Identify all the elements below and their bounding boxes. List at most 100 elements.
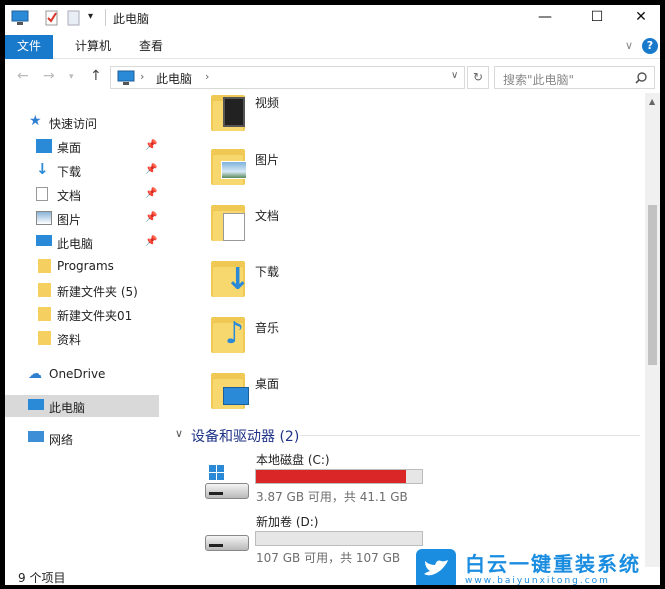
sidebar-item-this-pc-pinned[interactable]: 此电脑 📌 xyxy=(5,231,159,253)
sidebar-item-new-folder-5[interactable]: 新建文件夹 (5) xyxy=(5,279,159,301)
sidebar-item-this-pc[interactable]: 此电脑 xyxy=(5,395,159,417)
drive-c-space: 3.87 GB 可用，共 41.1 GB xyxy=(256,490,408,504)
cloud-icon: ☁ xyxy=(28,366,42,382)
sidebar-item-downloads[interactable]: ↓ 下载 📌 xyxy=(5,159,159,181)
sidebar-item-pictures[interactable]: 图片 📌 xyxy=(5,207,159,229)
download-arrow-icon: ↓ xyxy=(36,160,49,178)
folder-label: 视频 xyxy=(255,96,280,110)
pin-icon[interactable]: 📌 xyxy=(145,164,157,175)
forward-arrow-icon[interactable]: → xyxy=(43,68,55,84)
folder-documents[interactable] xyxy=(211,203,249,243)
explorer-window: ▾ 此电脑 — ☐ ✕ 文件 计算机 查看 ∨ ? ← → ▾ ↑ › 此电脑 … xyxy=(5,5,660,585)
breadcrumb-separator-icon: › xyxy=(205,70,210,83)
refresh-button[interactable]: ↻ xyxy=(467,66,489,89)
title-divider xyxy=(105,9,106,26)
this-pc-icon xyxy=(36,235,52,246)
pin-icon[interactable]: 📌 xyxy=(145,140,157,151)
address-row: ← → ▾ ↑ › 此电脑 › ∨ ↻ 搜索"此电脑" xyxy=(5,62,660,92)
search-input[interactable]: 搜索"此电脑" xyxy=(494,66,655,89)
drive-d-name[interactable]: 新加卷 (D:) xyxy=(256,513,318,530)
sidebar-item-network[interactable]: 网络 xyxy=(5,427,159,449)
sidebar-item-desktop[interactable]: 桌面 📌 xyxy=(5,135,159,157)
network-icon xyxy=(28,431,44,442)
drive-c-usage-fill xyxy=(256,470,407,483)
watermark-url: www.baiyunxitong.com xyxy=(465,576,610,585)
pin-icon[interactable]: 📌 xyxy=(145,188,157,199)
drive-c-icon[interactable] xyxy=(205,465,255,505)
minimize-button[interactable]: — xyxy=(525,5,565,31)
folder-icon xyxy=(38,259,51,273)
folder-music[interactable]: ♪ xyxy=(211,315,249,355)
music-note-icon: ♪ xyxy=(225,316,245,351)
sidebar-item-label: Programs xyxy=(57,259,114,273)
monitor-icon xyxy=(223,387,249,405)
drive-d-usage-bar xyxy=(255,531,423,546)
pin-icon[interactable]: 📌 xyxy=(145,212,157,223)
scrollbar-thumb[interactable] xyxy=(648,205,657,365)
up-arrow-icon[interactable]: ↑ xyxy=(90,68,102,84)
folder-downloads[interactable]: ↓ xyxy=(211,259,250,299)
recent-locations-icon[interactable]: ▾ xyxy=(69,72,74,82)
sidebar-item-onedrive[interactable]: ☁ OneDrive xyxy=(5,363,159,385)
devices-section-heading[interactable]: 设备和驱动器 (2) xyxy=(191,426,299,446)
section-divider xyxy=(300,435,640,436)
sidebar-item-label: 桌面 xyxy=(57,141,82,155)
scroll-up-icon[interactable]: ▲ xyxy=(649,97,655,106)
search-placeholder: 搜索"此电脑" xyxy=(503,73,575,87)
content-pane: 视频 图片 文档 ↓ 下载 ♪ 音乐 桌面 ∨ 设备和驱动器 (2) 本地磁盘 … xyxy=(165,93,645,567)
new-folder-icon[interactable] xyxy=(67,10,81,26)
sidebar-item-label: 新建文件夹01 xyxy=(57,309,133,323)
drive-c-name[interactable]: 本地磁盘 (C:) xyxy=(256,451,330,468)
tab-file[interactable]: 文件 xyxy=(5,35,53,59)
folder-icon xyxy=(38,283,51,297)
sidebar-item-label: 资料 xyxy=(57,333,82,347)
quick-access-dropdown-icon[interactable]: ▾ xyxy=(88,11,93,22)
vertical-scrollbar[interactable]: ▲ xyxy=(645,93,660,567)
sidebar-item-label: OneDrive xyxy=(49,367,106,381)
folder-label: 下载 xyxy=(255,265,280,279)
ribbon-tabs: 文件 计算机 查看 ∨ ? xyxy=(5,35,660,59)
sidebar-item-documents[interactable]: 文档 📌 xyxy=(5,183,159,205)
this-pc-icon xyxy=(11,10,29,25)
help-icon[interactable]: ? xyxy=(642,38,658,54)
chevron-down-icon[interactable]: ∨ xyxy=(175,427,183,440)
this-pc-icon xyxy=(117,70,135,85)
breadcrumb-this-pc[interactable]: 此电脑 xyxy=(156,70,192,87)
folder-pictures[interactable] xyxy=(211,147,249,187)
item-count: 9 个项目 xyxy=(18,571,66,585)
star-icon: ★ xyxy=(29,113,42,129)
folder-videos[interactable] xyxy=(211,93,249,133)
folder-desktop[interactable] xyxy=(211,371,249,411)
drive-d-icon[interactable] xyxy=(205,529,255,567)
address-bar[interactable]: › 此电脑 › ∨ xyxy=(110,66,465,89)
collapse-ribbon-icon[interactable]: ∨ xyxy=(625,39,633,52)
address-dropdown-icon[interactable]: ∨ xyxy=(451,70,458,81)
this-pc-icon xyxy=(28,399,44,410)
film-icon xyxy=(223,97,245,127)
landscape-icon xyxy=(221,161,247,179)
sidebar-item-materials[interactable]: 资料 xyxy=(5,327,159,349)
folder-label: 音乐 xyxy=(255,321,280,335)
sidebar-item-programs[interactable]: Programs xyxy=(5,255,159,277)
maximize-button[interactable]: ☐ xyxy=(577,5,617,31)
desktop-icon xyxy=(36,139,52,153)
tab-view[interactable]: 查看 xyxy=(127,35,175,59)
back-arrow-icon[interactable]: ← xyxy=(17,68,29,84)
tab-computer[interactable]: 计算机 xyxy=(63,35,123,59)
properties-icon[interactable] xyxy=(45,10,59,26)
folder-icon xyxy=(38,307,51,321)
folder-label: 文档 xyxy=(255,209,280,223)
folder-label: 桌面 xyxy=(255,377,280,391)
folder-icon xyxy=(38,331,51,345)
close-button[interactable]: ✕ xyxy=(621,5,660,31)
pin-icon[interactable]: 📌 xyxy=(145,236,157,247)
window-title: 此电脑 xyxy=(113,12,150,26)
sidebar-item-label: 网络 xyxy=(49,433,74,447)
drive-c-usage-bar xyxy=(255,469,423,484)
sidebar-item-quick-access[interactable]: ★ 快速访问 xyxy=(5,111,159,133)
sidebar-item-new-folder-01[interactable]: 新建文件夹01 xyxy=(5,303,159,325)
sidebar-item-label: 新建文件夹 (5) xyxy=(57,285,138,299)
watermark: 白云一键重装系统 www.baiyunxitong.com xyxy=(415,548,660,585)
drive-d-space: 107 GB 可用，共 107 GB xyxy=(256,551,401,565)
picture-icon xyxy=(36,211,52,225)
